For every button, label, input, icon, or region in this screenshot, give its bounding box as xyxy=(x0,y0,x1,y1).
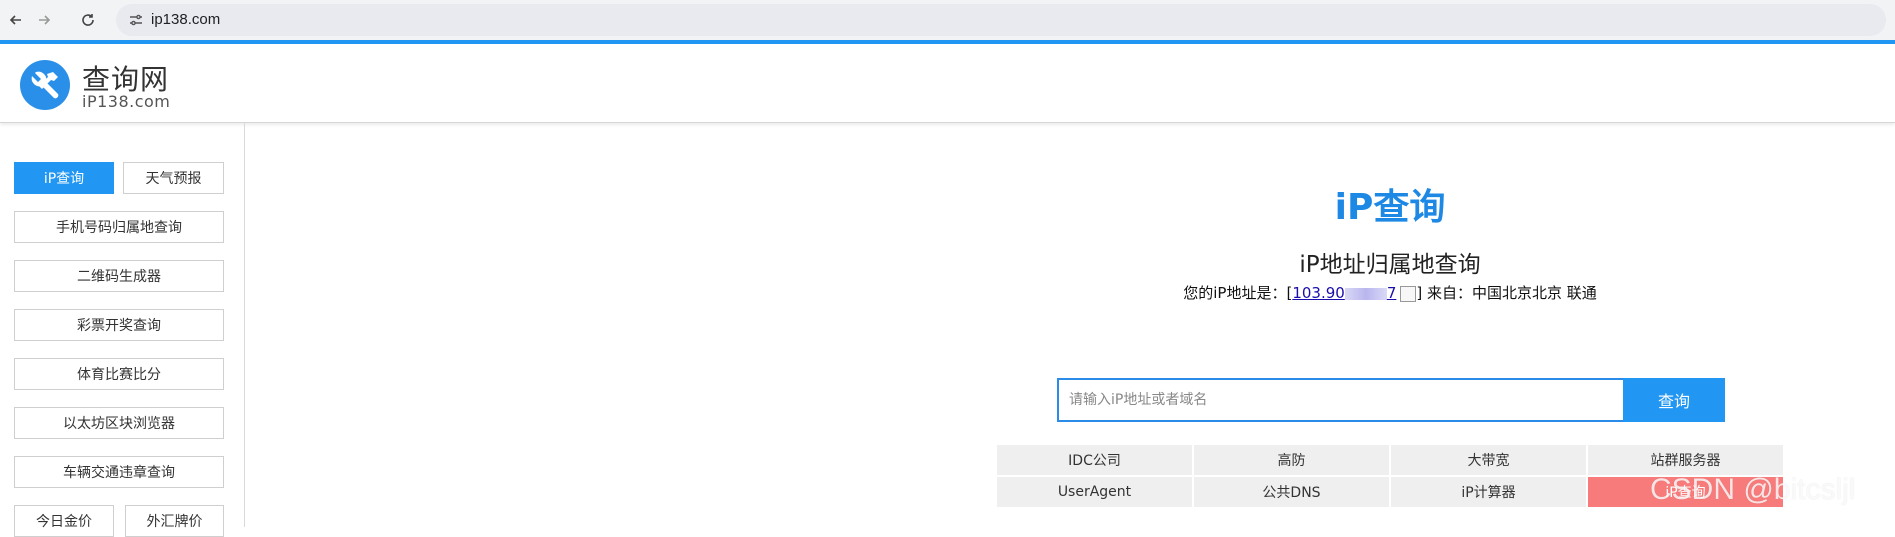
sidebar-item-gold-price[interactable]: 今日金价 xyxy=(14,505,114,537)
tool-link-site-cluster[interactable]: 站群服务器 xyxy=(1587,444,1784,476)
sidebar-item-forex[interactable]: 外汇牌价 xyxy=(125,505,224,537)
page-title: iP查询 xyxy=(1334,187,1446,228)
ip-visible-start: 103.90 xyxy=(1292,284,1345,302)
redacted-blur xyxy=(1344,287,1387,300)
tool-link-public-dns[interactable]: 公共DNS xyxy=(1193,476,1390,508)
broken-image-icon xyxy=(1400,285,1417,302)
tool-link-ip-calculator[interactable]: iP计算器 xyxy=(1390,476,1587,508)
address-bar[interactable]: ip138.com xyxy=(116,4,1886,36)
ip-info-line: 您的iP地址是：[103.90 7 ] 来自：中国北京北京 联通 xyxy=(1040,282,1740,303)
site-logo-subtitle[interactable]: iP138.com xyxy=(82,92,170,111)
reload-icon[interactable] xyxy=(78,10,98,30)
tools-icon[interactable] xyxy=(20,60,70,110)
arrow-left-icon[interactable] xyxy=(6,10,26,30)
tune-icon[interactable] xyxy=(128,12,144,32)
tool-link-useragent[interactable]: UserAgent xyxy=(996,476,1193,508)
site-header: 查询网 iP138.com xyxy=(0,44,1895,123)
sidebar-item-qrcode[interactable]: 二维码生成器 xyxy=(14,260,224,292)
arrow-right-icon[interactable] xyxy=(34,10,54,30)
ip-prefix: 您的iP地址是：[ xyxy=(1183,284,1293,302)
sidebar-item-lottery[interactable]: 彩票开奖查询 xyxy=(14,309,224,341)
search-input[interactable] xyxy=(1057,378,1623,422)
tool-link-ddos[interactable]: 高防 xyxy=(1193,444,1390,476)
tool-link-idc[interactable]: IDC公司 xyxy=(996,444,1193,476)
sidebar-item-phone-location[interactable]: 手机号码归属地查询 xyxy=(14,211,224,243)
sidebar-item-ip-query[interactable]: iP查询 xyxy=(14,162,114,194)
ip-suffix: ] 来自：中国北京北京 联通 xyxy=(1416,284,1597,302)
tool-links-grid: IDC公司 高防 大带宽 站群服务器 UserAgent 公共DNS iP计算器… xyxy=(996,444,1784,508)
tool-link-ip-query[interactable]: iP查询 xyxy=(1587,476,1784,508)
browser-toolbar: ip138.com xyxy=(0,0,1895,44)
page-subtitle: iP地址归属地查询 xyxy=(1299,252,1481,278)
sidebar-item-sports[interactable]: 体育比赛比分 xyxy=(14,358,224,390)
ip-visible-end: 7 xyxy=(1386,284,1397,302)
sidebar-item-ethereum[interactable]: 以太坊区块浏览器 xyxy=(14,407,224,439)
sidebar-item-traffic[interactable]: 车辆交通违章查询 xyxy=(14,456,224,488)
sidebar: iP查询 天气预报 手机号码归属地查询 二维码生成器 彩票开奖查询 体育比赛比分… xyxy=(0,123,245,537)
tool-link-bandwidth[interactable]: 大带宽 xyxy=(1390,444,1587,476)
url-text[interactable]: ip138.com xyxy=(151,11,220,28)
search-button[interactable]: 查询 xyxy=(1623,378,1725,422)
search-form: 查询 xyxy=(1057,378,1725,422)
ip-address-link[interactable]: 103.90 7 xyxy=(1292,284,1396,302)
sidebar-item-weather[interactable]: 天气预报 xyxy=(123,162,224,194)
